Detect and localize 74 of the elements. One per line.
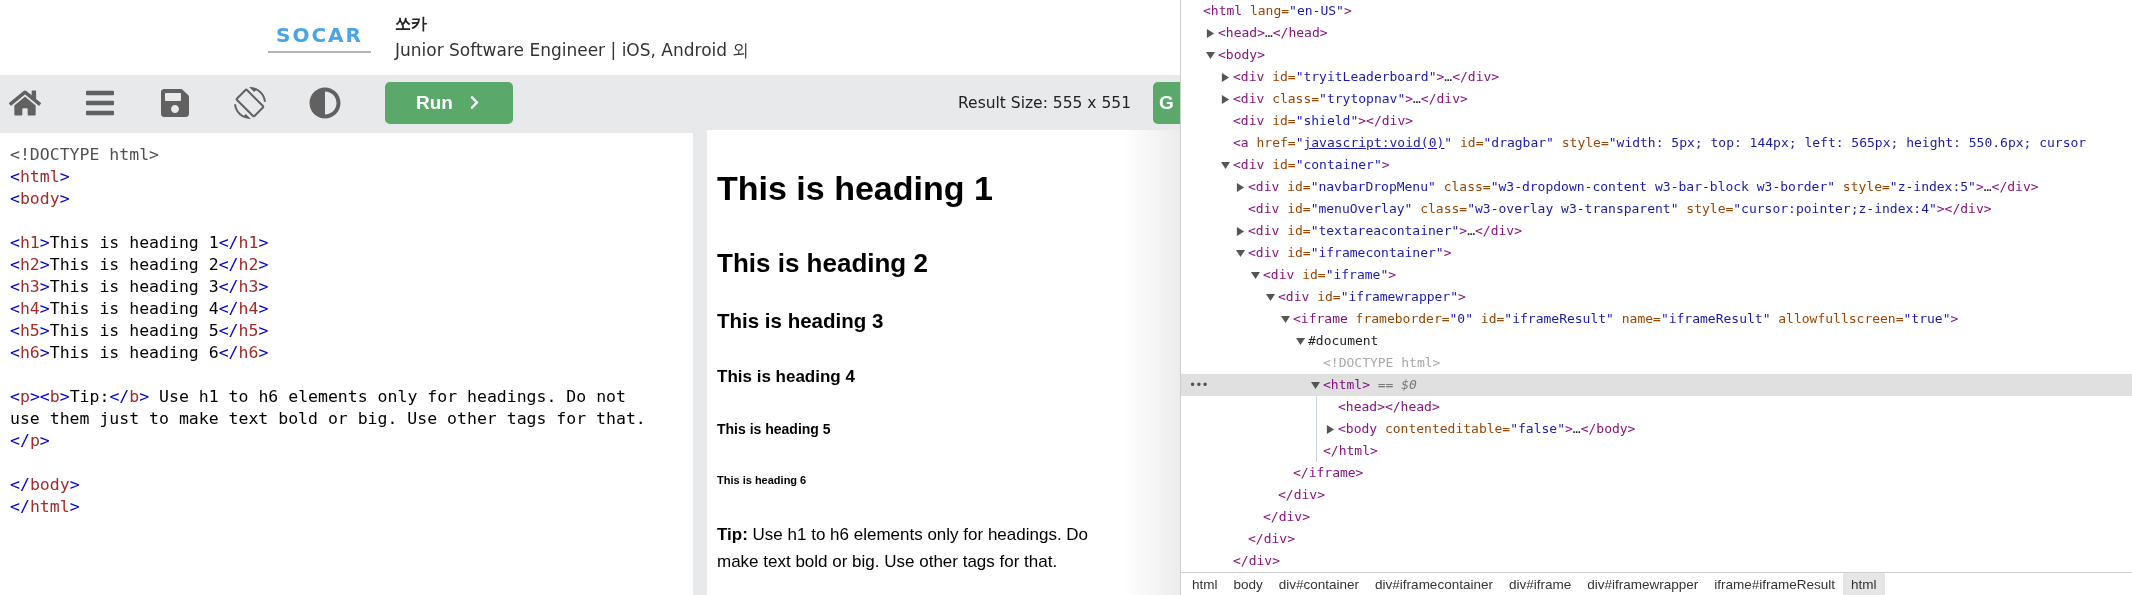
dom-node-line[interactable]: <html> == $0	[1323, 374, 1417, 396]
code-line: <h5>This is heading 5</h5>	[10, 320, 269, 342]
dom-node-line[interactable]: <html lang="en-US">	[1203, 0, 1352, 22]
caret-down-icon[interactable]	[1281, 314, 1290, 324]
code-line: <html>	[10, 166, 70, 188]
caret-right-icon[interactable]	[1221, 94, 1230, 104]
dom-node-line[interactable]: <div class="trytopnav">…</div>	[1233, 88, 1468, 110]
heading: This is heading 6	[717, 473, 807, 487]
breadcrumb-item[interactable]: html	[1184, 573, 1226, 595]
heading: This is heading 1	[717, 168, 993, 208]
dom-node-line[interactable]: </div>	[1263, 506, 1310, 528]
dom-node-line[interactable]: <div id="iframewrapper">	[1278, 286, 1466, 308]
breadcrumb-item[interactable]: html	[1843, 573, 1885, 595]
code-line: </p>	[10, 430, 50, 452]
code-line: <!DOCTYPE html>	[10, 144, 159, 166]
dom-node-line[interactable]: </iframe>	[1293, 462, 1364, 484]
dom-node-line[interactable]: </div>	[1278, 484, 1325, 506]
dom-node-line[interactable]: <div id="navbarDropMenu" class="w3-dropdown-content w3-bar-block w3-border" style="z-index:5">…</div>	[1248, 176, 2039, 198]
result-size: Result Size: 555 x 551	[958, 93, 1131, 112]
breadcrumb-item[interactable]: div#iframecontainer	[1367, 573, 1501, 595]
dom-node-line[interactable]: <div id="menuOverlay" class="w3-overlay w3-transparent" style="cursor:pointer;z-index:4"></div>	[1248, 198, 1992, 220]
caret-right-icon[interactable]	[1221, 72, 1230, 82]
code-line: </html>	[10, 496, 80, 518]
breadcrumb-item[interactable]: body	[1225, 573, 1271, 595]
code-line: <p><b>Tip:</b> Use h1 to h6 elements only for headings. Do not	[10, 386, 626, 408]
code-line: <h3>This is heading 3</h3>	[10, 276, 269, 298]
dom-node-line[interactable]: </div>	[1248, 528, 1295, 550]
code-line: use them just to make text bold or big. Use other tags for that.	[10, 408, 646, 430]
breadcrumb-item[interactable]: div#iframe	[1500, 573, 1580, 595]
tip-text: Tip: Use h1 to h6 elements only for headings. Do	[717, 524, 1089, 546]
caret-right-icon[interactable]	[1236, 226, 1245, 236]
company-name: 쏘카	[394, 13, 428, 35]
caret-down-icon[interactable]	[1251, 270, 1260, 280]
caret-right-icon[interactable]	[1326, 424, 1335, 434]
dom-node-line[interactable]: </div>	[1233, 550, 1280, 572]
caret-down-icon[interactable]	[1236, 248, 1245, 258]
dom-node-line[interactable]: <div id="tryitLeaderboard">…</div>	[1233, 66, 1500, 88]
dom-node-line[interactable]: <body contenteditable="false">…</body>	[1338, 418, 1636, 440]
dom-node-line[interactable]: <div id="textareacontainer">…</div>	[1248, 220, 1522, 242]
dom-node-line[interactable]: <head>…</head>	[1218, 22, 1328, 44]
caret-down-icon[interactable]	[1206, 50, 1215, 60]
caret-down-icon[interactable]	[1266, 292, 1275, 302]
caret-down-icon[interactable]	[1311, 380, 1320, 390]
code-line: <h2>This is heading 2</h2>	[10, 254, 269, 276]
breadcrumb-item[interactable]: div#container	[1270, 573, 1368, 595]
heading: This is heading 5	[717, 420, 831, 438]
code-line: </body>	[10, 474, 80, 496]
heading: This is heading 4	[717, 366, 855, 388]
more-icon[interactable]: •••	[1189, 374, 1208, 396]
dom-node-line[interactable]: <div id="iframe">	[1263, 264, 1397, 286]
code-line: <body>	[10, 188, 70, 210]
dom-node-line[interactable]: #document	[1308, 330, 1379, 352]
dom-node-line[interactable]: </html>	[1323, 440, 1378, 462]
code-line: <h1>This is heading 1</h1>	[10, 232, 269, 254]
caret-right-icon[interactable]	[1206, 28, 1215, 38]
dom-node-line[interactable]: <a href="javascript:void(0)" id="dragbar" style="width: 5px; top: 144px; left: 565px; height: 550.6px; cursor	[1233, 132, 2087, 154]
job-title: Junior Software Engineer | iOS, Android 외	[394, 38, 750, 62]
breadcrumb-item[interactable]: iframe#iframeResult	[1706, 573, 1844, 595]
breadcrumb-item[interactable]: div#iframewrapper	[1579, 573, 1707, 595]
caret-right-icon[interactable]	[1236, 182, 1245, 192]
dom-node-line[interactable]: <body>	[1218, 44, 1265, 66]
code-line: <h4>This is heading 4</h4>	[10, 298, 269, 320]
dom-node-line[interactable]: <div id="shield"></div>	[1233, 110, 1414, 132]
tip-text: make text bold or big. Use other tags for that.	[717, 551, 1059, 573]
dom-node-line[interactable]: <div id="iframecontainer">	[1248, 242, 1452, 264]
selected-dom-row[interactable]: ••• <html> == $0	[1181, 374, 2132, 396]
dom-node-line[interactable]: <head></head>	[1338, 396, 1440, 418]
caret-down-icon[interactable]	[1221, 160, 1230, 170]
dom-node-line[interactable]: <iframe frameborder="0" id="iframeResult" name="iframeResult" allowfullscreen="true">	[1293, 308, 1959, 330]
heading: This is heading 2	[717, 247, 928, 279]
heading: This is heading 3	[717, 308, 884, 334]
code-line: <h6>This is heading 6</h6>	[10, 342, 269, 364]
caret-down-icon[interactable]	[1296, 336, 1305, 346]
dom-node-line[interactable]: <div id="container">	[1233, 154, 1390, 176]
